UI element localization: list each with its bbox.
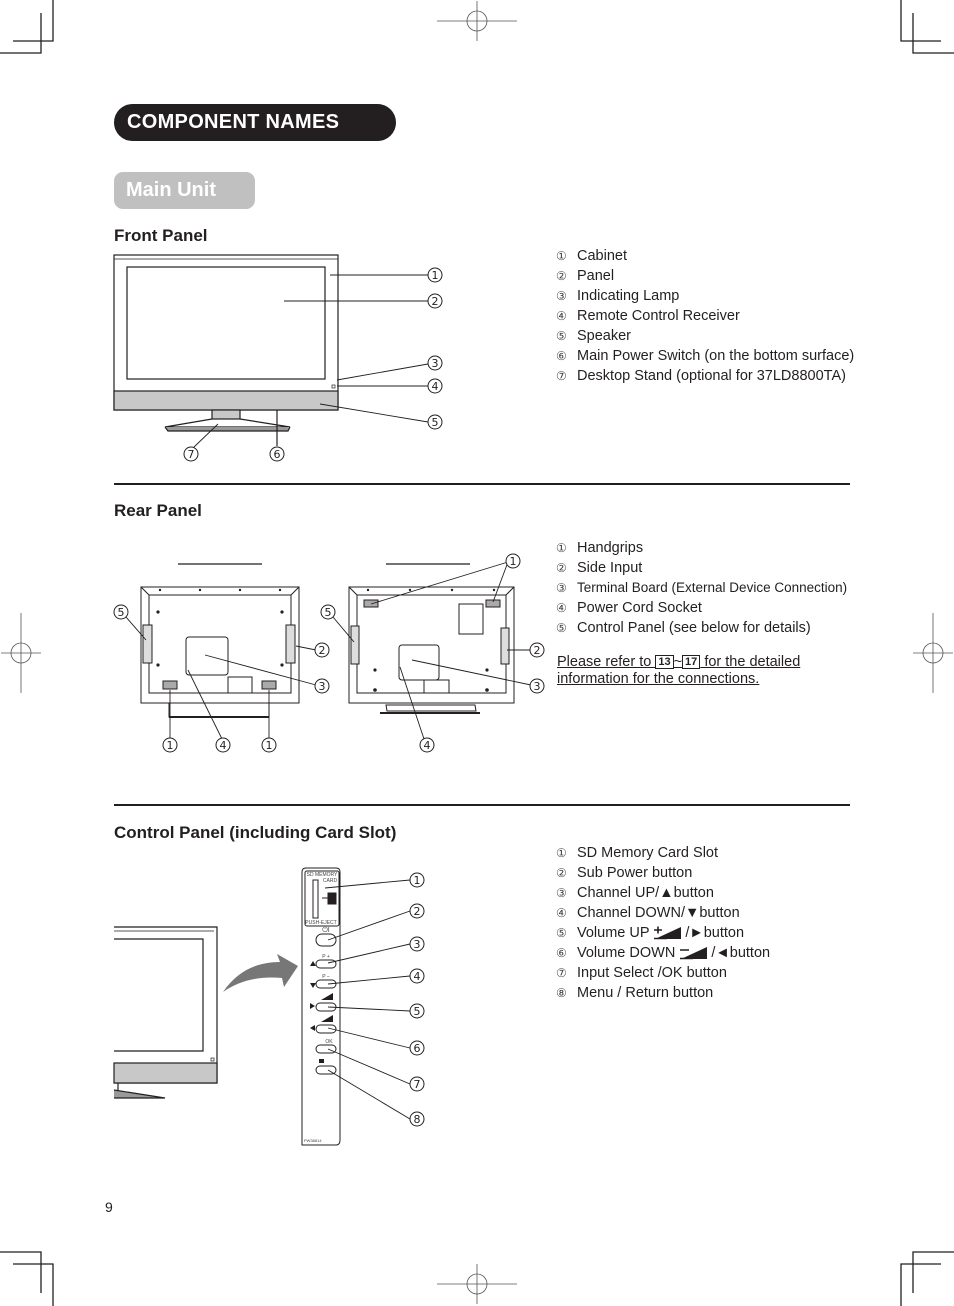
svg-text:5: 5: [414, 1005, 421, 1018]
svg-text:4: 4: [414, 970, 421, 983]
menu-icon: [319, 1059, 324, 1063]
legend-item: ③ Channel UP/▲ button: [556, 885, 714, 901]
callout-6: 6: [409, 1040, 425, 1056]
svg-text:2: 2: [414, 905, 421, 918]
legend-item: ② Sub Power button: [556, 865, 693, 881]
svg-text:CARD: CARD: [323, 878, 338, 884]
svg-text:6: 6: [414, 1042, 421, 1055]
control-panel-legend: ① SD Memory Card Slot ② Sub Power button ③…: [556, 843, 770, 1003]
control-panel-diagram: SD MEMORY CARD PUSH-EJECT ⏻I P + P – OK …: [113, 867, 425, 1146]
legend-item: ⑤ Volume UP /► button: [556, 925, 745, 941]
callout-8: 8: [409, 1111, 425, 1127]
arrow-icon: [223, 954, 298, 992]
svg-text:PUSH-EJECT: PUSH-EJECT: [305, 920, 336, 926]
legend-item: ④ Channel DOWN/▼ button: [556, 905, 740, 921]
legend-item: ⑦ Input Select /OK button: [556, 965, 727, 981]
right-triangle-icon: /►: [681, 925, 704, 941]
volume-up-icon: [654, 926, 682, 940]
left-triangle-icon: /◄: [707, 945, 730, 961]
svg-text:PW38814: PW38814: [304, 1138, 322, 1143]
svg-text:P +: P +: [322, 954, 330, 960]
down-triangle-icon: ▼: [684, 905, 700, 921]
input-ok-icon: OK: [325, 1039, 333, 1045]
legend-item: ① SD Memory Card Slot: [556, 845, 719, 861]
page-number: 9: [105, 1199, 113, 1215]
tv-corner-view: [113, 926, 218, 1099]
callout-7: 7: [409, 1076, 425, 1092]
legend-item: ⑥ Volume DOWN /◄ button: [556, 945, 771, 961]
svg-text:3: 3: [414, 938, 421, 951]
legend-item: ⑧ Menu / Return button: [556, 985, 714, 1001]
control-strip: [301, 867, 341, 1146]
callout-4: 4: [409, 968, 425, 984]
volume-down-icon: [680, 947, 708, 960]
svg-text:P –: P –: [322, 974, 330, 980]
svg-text:1: 1: [414, 874, 421, 887]
power-icon: ⏻I: [322, 926, 330, 934]
control-panel-callouts: 1 2 3 4 5 6 7 8: [409, 872, 425, 1127]
callout-2: 2: [409, 903, 425, 919]
up-triangle-icon: ▲: [659, 885, 674, 901]
callout-1: 1: [409, 872, 425, 888]
svg-text:7: 7: [414, 1078, 421, 1091]
callout-5: 5: [409, 1003, 425, 1019]
callout-3: 3: [409, 936, 425, 952]
svg-text:8: 8: [414, 1113, 421, 1126]
